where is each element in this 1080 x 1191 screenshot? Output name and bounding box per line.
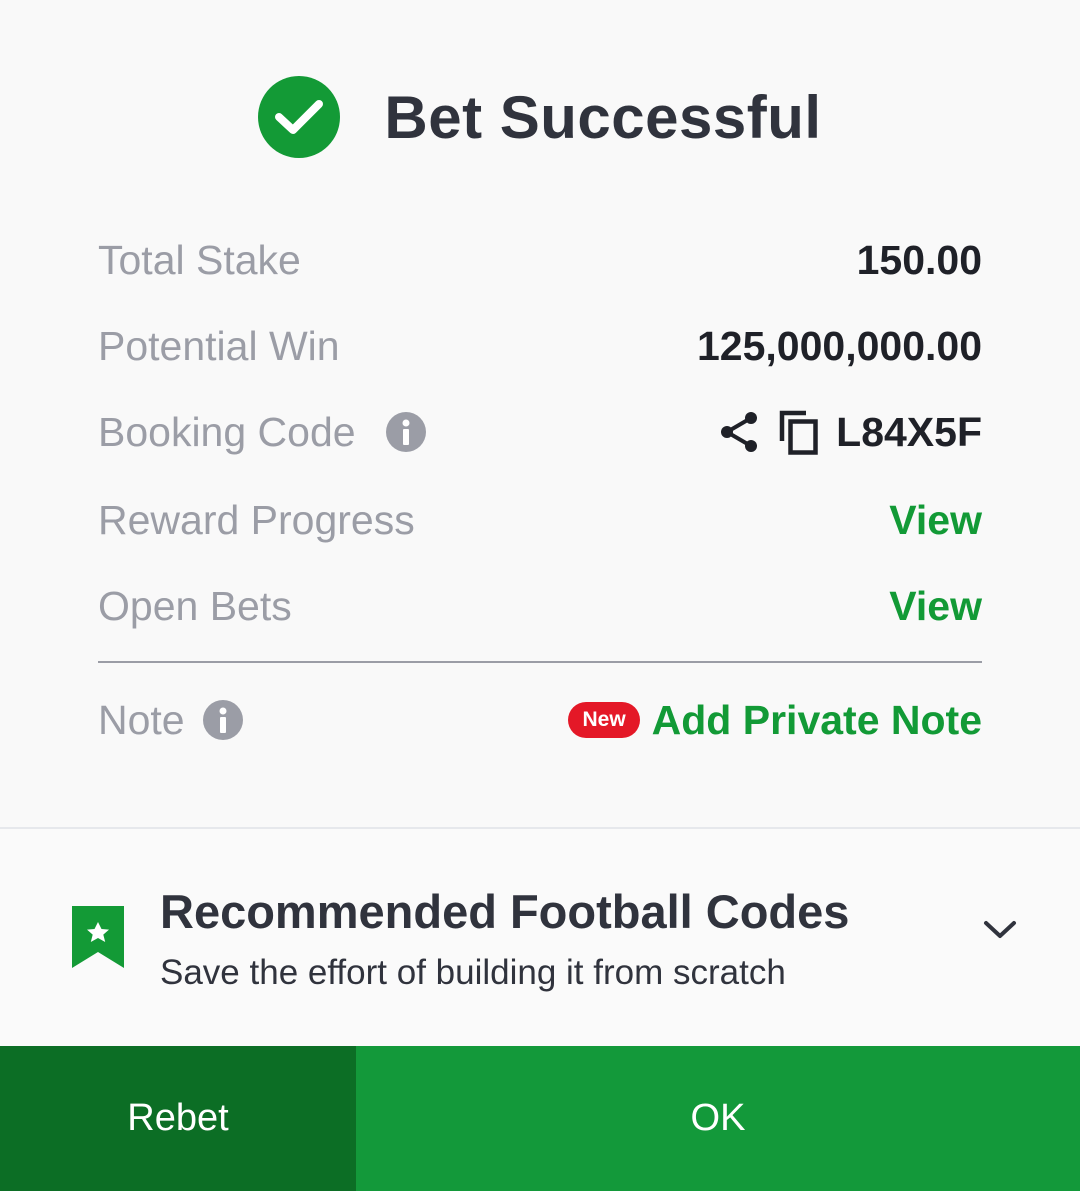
booking-code-label-group: Booking Code xyxy=(98,409,426,456)
add-note-group[interactable]: New Add Private Note xyxy=(568,697,982,744)
new-badge: New xyxy=(568,702,640,738)
share-icon[interactable] xyxy=(718,411,760,453)
note-label: Note xyxy=(98,696,185,743)
divider xyxy=(98,661,982,663)
success-header: Bet Successful xyxy=(0,76,1080,158)
ok-button[interactable]: OK xyxy=(356,1046,1080,1191)
booking-code-row: Booking Code L84X5F xyxy=(98,402,982,462)
copy-icon[interactable] xyxy=(778,409,820,455)
booking-code-value-group: L84X5F xyxy=(718,409,982,456)
reward-progress-row: Reward Progress View xyxy=(98,490,982,550)
note-label-group: Note xyxy=(98,697,243,744)
open-bets-view-link[interactable]: View xyxy=(889,583,982,630)
bet-success-screen: Bet Successful Total Stake 150.00 Potent… xyxy=(0,0,1080,1191)
page-title: Bet Successful xyxy=(384,83,822,151)
info-icon[interactable] xyxy=(202,700,243,740)
recommended-subtitle: Save the effort of building it from scra… xyxy=(160,953,786,992)
recommended-codes-panel[interactable]: Recommended Football Codes Save the effo… xyxy=(0,829,1080,1046)
total-stake-label: Total Stake xyxy=(98,236,301,283)
add-private-note-link[interactable]: Add Private Note xyxy=(652,697,982,744)
rebet-button[interactable]: Rebet xyxy=(0,1046,356,1191)
booking-code-label: Booking Code xyxy=(98,408,356,455)
reward-progress-view-link[interactable]: View xyxy=(889,497,982,544)
potential-win-row: Potential Win 125,000,000.00 xyxy=(98,316,982,376)
potential-win-value: 125,000,000.00 xyxy=(697,322,982,369)
bookmark-star-icon xyxy=(72,906,124,973)
open-bets-label: Open Bets xyxy=(98,582,292,629)
open-bets-row: Open Bets View xyxy=(98,576,982,636)
booking-code-value: L84X5F xyxy=(836,408,982,455)
info-icon[interactable] xyxy=(385,412,426,452)
chevron-down-icon[interactable] xyxy=(980,917,1020,946)
note-row: Note New Add Private Note xyxy=(98,690,982,750)
total-stake-row: Total Stake 150.00 xyxy=(98,230,982,290)
total-stake-value: 150.00 xyxy=(856,236,982,283)
potential-win-label: Potential Win xyxy=(98,322,340,369)
reward-progress-label: Reward Progress xyxy=(98,496,415,543)
recommended-title: Recommended Football Codes xyxy=(160,885,850,938)
check-circle-icon xyxy=(258,76,341,158)
